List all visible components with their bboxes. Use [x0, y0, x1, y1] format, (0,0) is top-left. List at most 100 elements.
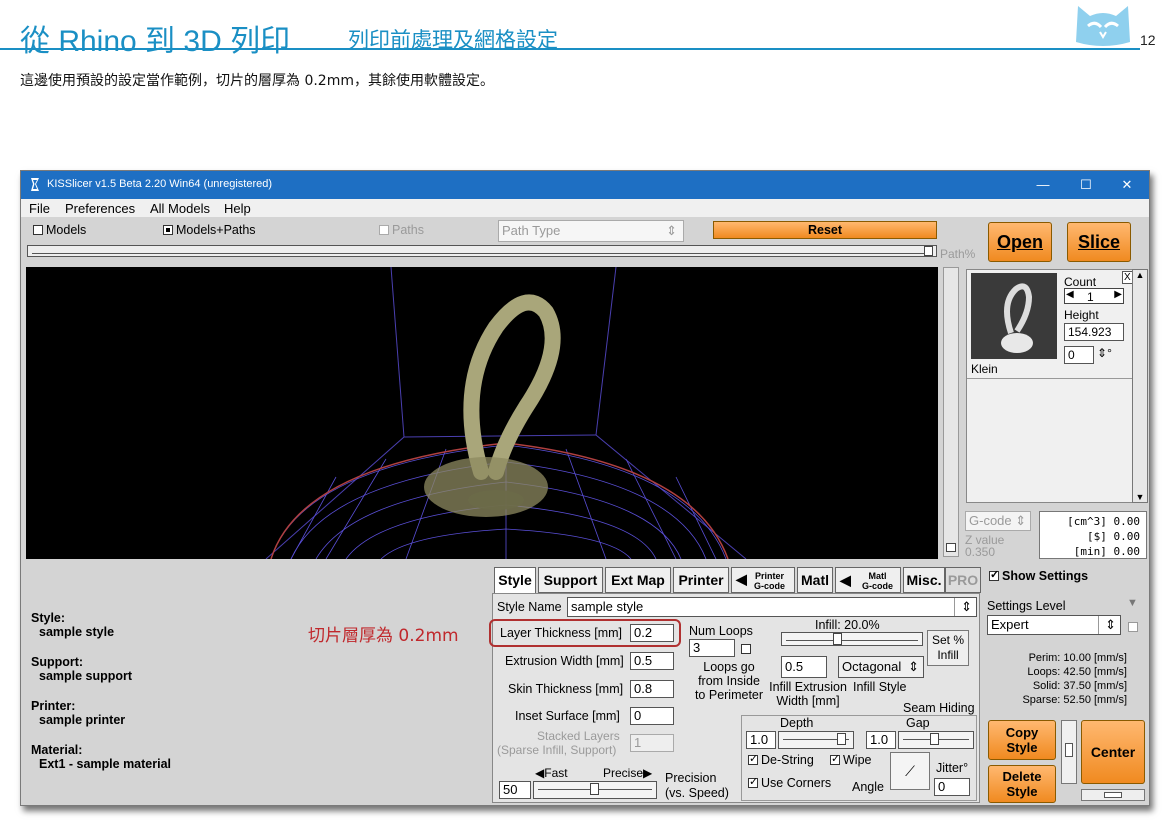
- inset-surface-input[interactable]: 0: [630, 707, 674, 725]
- summary-printer-label: Printer:: [31, 699, 76, 713]
- use-corners-checkbox[interactable]: Use Corners: [748, 775, 831, 790]
- tab-misc[interactable]: Misc.: [903, 567, 945, 593]
- layer-thickness-input[interactable]: 0.2: [630, 624, 674, 642]
- delete-style-button[interactable]: Delete Style: [988, 765, 1056, 803]
- horizontal-scroll-knob[interactable]: [1104, 792, 1122, 798]
- collapse-icon[interactable]: ▼: [1127, 597, 1138, 609]
- wipe-checkbox[interactable]: Wipe: [830, 752, 871, 767]
- maximize-button[interactable]: ☐: [1066, 174, 1106, 196]
- summary-printer-value: sample printer: [39, 713, 126, 727]
- viewport-3d[interactable]: [26, 267, 938, 559]
- height-field[interactable]: 154.923: [1064, 323, 1124, 341]
- models-checkbox[interactable]: Models: [33, 223, 86, 237]
- precision-value[interactable]: 50: [499, 781, 531, 799]
- summary-style-label: Style:: [31, 611, 66, 625]
- inset-surface-label: Inset Surface [mm]: [515, 709, 620, 723]
- tab-support[interactable]: Support: [538, 567, 603, 593]
- output-type-select[interactable]: G-code ⇕: [965, 511, 1031, 531]
- count-stepper[interactable]: ◀ 1 ▶: [1064, 288, 1124, 304]
- gap-value[interactable]: 1.0: [866, 731, 896, 749]
- jitter-input[interactable]: 0: [934, 778, 970, 796]
- page-number: 12: [1140, 32, 1156, 48]
- precise-label: Precise▶: [603, 766, 653, 780]
- menu-help[interactable]: Help: [224, 201, 251, 216]
- perim-speed: Perim: 10.00 [mm/s]: [1028, 652, 1127, 664]
- app-icon: [31, 178, 39, 191]
- depth-value[interactable]: 1.0: [746, 731, 776, 749]
- intro-text: 這邊使用預設的設定當作範例，切片的層厚為 0.2mm，其餘使用軟體設定。: [20, 73, 494, 89]
- model-list[interactable]: Count X ◀ 1 ▶ Height 154.923 0 ⇕° Klein: [966, 269, 1148, 503]
- tab-printer[interactable]: Printer: [673, 567, 729, 593]
- settings-level-checkbox[interactable]: [1128, 619, 1141, 634]
- sparse-speed: Sparse: 52.50 [mm/s]: [1022, 694, 1127, 706]
- tab-pro[interactable]: PRO: [945, 567, 981, 593]
- model-list-scrollbar[interactable]: ▲ ▼: [1132, 269, 1148, 503]
- scroll-down-icon[interactable]: ▼: [1133, 492, 1147, 502]
- horizontal-scrollbar[interactable]: [1081, 789, 1145, 801]
- reset-button[interactable]: Reset: [713, 221, 937, 239]
- precision-label: Precision (vs. Speed): [665, 771, 729, 800]
- style-scroll-knob[interactable]: [1065, 743, 1073, 757]
- show-settings-checkbox[interactable]: Show Settings: [989, 568, 1088, 583]
- window-title: KISSlicer v1.5 Beta 2.20 Win64 (unregist…: [47, 178, 273, 190]
- menu-all-models[interactable]: All Models: [150, 201, 210, 216]
- tab-matl-gcode[interactable]: ◀ Matl G-code: [835, 567, 901, 593]
- summary-style-value: sample style: [39, 625, 115, 639]
- open-button[interactable]: Open: [988, 222, 1052, 262]
- path-percent-slider[interactable]: [27, 245, 937, 257]
- model-thumbnail[interactable]: [971, 273, 1057, 359]
- style-name-label: Style Name: [497, 600, 562, 614]
- tab-style[interactable]: Style: [494, 567, 536, 593]
- menu-preferences[interactable]: Preferences: [65, 201, 135, 216]
- extrusion-width-label: Extrusion Width [mm]: [505, 654, 624, 668]
- tab-ext-map[interactable]: Ext Map: [605, 567, 671, 593]
- copy-style-button[interactable]: Copy Style: [988, 720, 1056, 760]
- destring-checkbox[interactable]: De-String: [748, 752, 814, 767]
- extrusion-width-input[interactable]: 0.5: [630, 652, 674, 670]
- tab-printer-gcode[interactable]: ◀ Printer G-code: [731, 567, 795, 593]
- klein-thumbnail-icon: [1001, 283, 1033, 353]
- infill-style-label: Infill Style: [853, 680, 907, 694]
- settings-level-label: Settings Level: [987, 599, 1066, 613]
- precision-slider-knob[interactable]: [590, 783, 599, 795]
- set-infill-button[interactable]: Set % Infill: [927, 630, 969, 666]
- rotation-field[interactable]: 0: [1064, 346, 1094, 364]
- models-paths-radio[interactable]: Models+Paths: [163, 223, 256, 237]
- tab-matl[interactable]: Matl: [797, 567, 833, 593]
- paths-checkbox[interactable]: Paths: [379, 223, 424, 237]
- skin-thickness-input[interactable]: 0.8: [630, 680, 674, 698]
- style-name-select[interactable]: sample style ⇕: [567, 597, 977, 617]
- path-slider-knob[interactable]: [924, 246, 933, 256]
- slice-button[interactable]: Slice: [1067, 222, 1131, 262]
- close-button[interactable]: ✕: [1107, 174, 1147, 196]
- seam-hiding-label: Seam Hiding: [903, 701, 975, 715]
- spinner-icon: ⇕: [1015, 513, 1027, 528]
- scroll-up-icon[interactable]: ▲: [1133, 270, 1147, 280]
- solid-speed: Solid: 37.50 [mm/s]: [1032, 680, 1127, 692]
- infill-style-select[interactable]: Octagonal ⇕: [838, 656, 924, 678]
- rotation-spinner-icon[interactable]: ⇕°: [1097, 346, 1112, 360]
- infill-width-input[interactable]: 0.5: [781, 656, 827, 678]
- increment-icon[interactable]: ▶: [1114, 289, 1122, 300]
- style-scrollbar[interactable]: [1061, 720, 1077, 784]
- decrement-icon[interactable]: ◀: [1066, 289, 1074, 300]
- loops-direction-label: Loops go from Inside to Perimeter: [694, 660, 764, 702]
- settings-level-select[interactable]: Expert ⇕: [987, 615, 1121, 635]
- center-button[interactable]: Center: [1081, 720, 1145, 784]
- layer-slider-knob[interactable]: [946, 543, 956, 552]
- angle-dial[interactable]: ⟋: [890, 752, 930, 790]
- layer-slider[interactable]: [943, 267, 959, 557]
- loops-checkbox[interactable]: [741, 641, 754, 656]
- stacked-layers-input[interactable]: 1: [630, 734, 674, 752]
- depth-slider-knob[interactable]: [837, 733, 846, 745]
- path-type-select[interactable]: Path Type ⇕: [498, 220, 684, 242]
- klein-model[interactable]: [424, 294, 561, 517]
- num-loops-input[interactable]: 3: [689, 639, 735, 657]
- gap-slider-knob[interactable]: [930, 733, 939, 745]
- minimize-button[interactable]: —: [1023, 174, 1063, 196]
- loops-speed: Loops: 42.50 [mm/s]: [1027, 666, 1127, 678]
- infill-slider-knob[interactable]: [833, 633, 842, 645]
- infill-slider[interactable]: [781, 632, 923, 646]
- cost-stat: [$] 0.00: [1087, 530, 1140, 543]
- menu-file[interactable]: File: [29, 201, 50, 216]
